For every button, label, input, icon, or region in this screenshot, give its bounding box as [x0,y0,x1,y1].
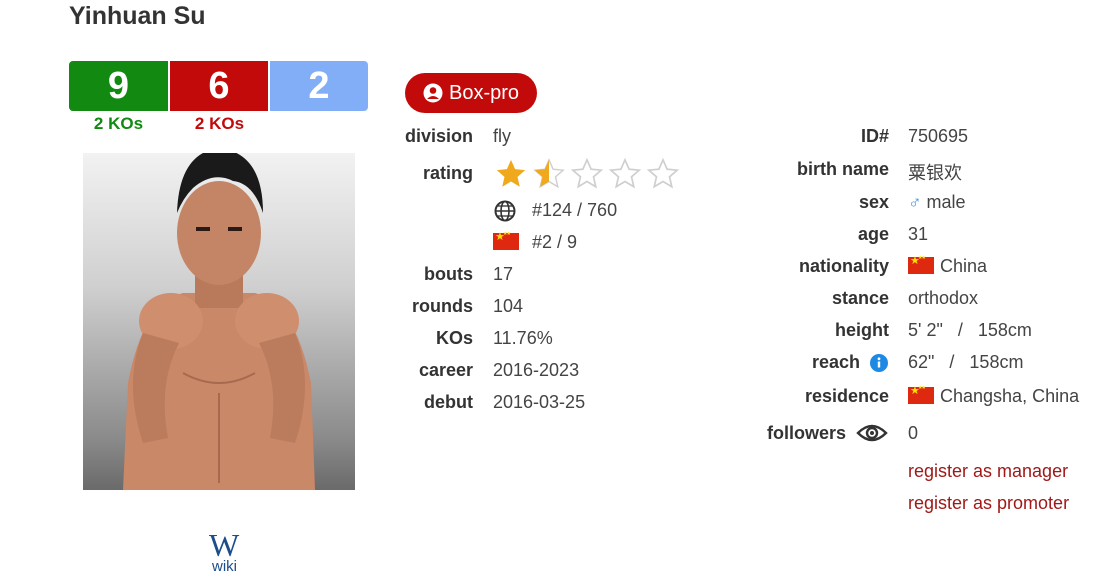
register-promoter-link[interactable]: register as promoter [908,493,1069,514]
nationality-label: nationality [798,256,889,276]
info-icon[interactable] [870,354,888,377]
rounds-label: rounds [412,296,473,316]
reach-label: reach [811,352,860,372]
stance-label: stance [831,288,889,308]
national-rank[interactable]: #2 / 9 [532,232,577,253]
star-full-icon [496,159,526,187]
age-label: age [857,224,889,244]
debut-value[interactable]: 2016-03-25 [493,392,585,413]
rounds-value: 104 [493,296,524,316]
wiki-link[interactable]: wiki [212,558,237,575]
followers-value: 0 [908,423,919,443]
reach-value: 62" / 158cm [908,352,1024,372]
register-manager-link[interactable]: register as manager [908,461,1068,482]
id-label: ID# [860,126,889,146]
star-empty-icon [570,157,604,189]
birth-name-label: birth name [796,159,889,179]
followers-label: followers [766,423,846,443]
draws-count: 2 [270,61,368,111]
division-label: division [404,126,473,146]
losses-kos: 2 KOs [194,114,245,133]
sex-value: ♂ male [908,192,966,213]
residence-value: Changsha, China [908,384,1080,407]
wins-count: 9 [69,61,168,111]
height-label: height [835,320,889,340]
nationality-value: China [908,254,988,277]
rating-stars [494,157,680,191]
residence-label: residence [804,386,889,406]
boxer-name: Yinhuan Su [69,2,206,30]
bouts-label: bouts [424,264,473,284]
residence-text: Changsha, China [940,386,1080,406]
user-circle-icon [423,83,443,103]
height-value: 5' 2" / 158cm [908,320,1032,340]
career-label: career [418,360,473,380]
career-value: 2016-2023 [493,360,580,380]
rating-label: rating [422,163,473,183]
star-empty-icon [608,157,642,189]
boxpro-badge[interactable]: Box-pro [405,73,537,113]
losses-count: 6 [170,61,268,111]
sex-label: sex [858,192,889,212]
eye-icon[interactable] [856,421,888,450]
world-rank[interactable]: #124 / 760 [532,200,617,221]
kos-value: 11.76% [493,328,553,348]
wins-kos: 2 KOs [93,114,144,133]
globe-icon [494,200,516,227]
china-flag-icon [493,230,525,253]
nationality-text: China [940,256,988,276]
age-value: 31 [908,224,929,244]
boxer-photo [83,153,355,490]
star-empty-icon [646,157,680,189]
china-flag-icon [908,384,934,404]
boxpro-label: Box-pro [448,81,520,104]
sex-text: male [926,192,966,212]
birth-name-value: 粟银欢 [908,163,962,183]
division-value[interactable]: fly [493,126,511,147]
china-flag-icon [908,254,934,274]
id-value: 750695 [908,126,969,146]
male-icon: ♂ [908,192,922,212]
debut-label: debut [424,392,473,412]
bouts-value: 17 [493,264,514,284]
kos-label: KOs [435,328,473,348]
star-half-icon [533,158,565,189]
stance-value: orthodox [908,288,979,308]
